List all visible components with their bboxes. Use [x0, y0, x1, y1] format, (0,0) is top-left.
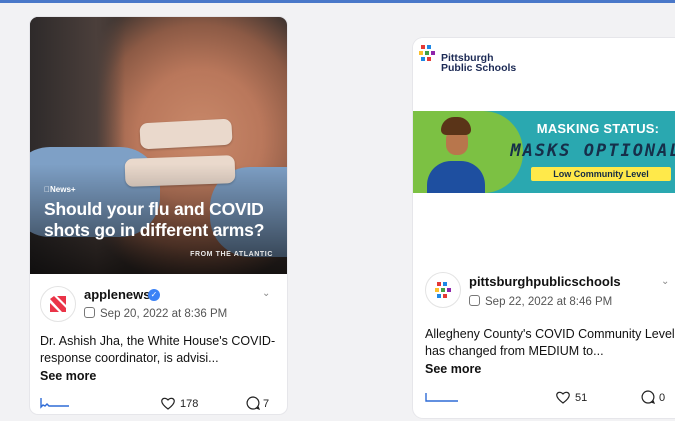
- post-image[interactable]: News+ Should your flu and COVID shots g…: [30, 17, 287, 274]
- post-date: Sep 20, 2022 at 8:36 PM: [84, 306, 227, 320]
- apple-news-logo-icon: [50, 296, 66, 312]
- account-name[interactable]: applenews: [84, 287, 150, 302]
- article-source: FROM THE ATLANTIC: [190, 251, 273, 258]
- verified-badge-icon: ✓: [148, 289, 160, 301]
- pps-logo-text: Pittsburgh Public Schools: [441, 53, 517, 74]
- avatar[interactable]: [425, 272, 461, 308]
- like-count: 178: [180, 398, 199, 410]
- comment-icon[interactable]: [246, 396, 260, 410]
- chevron-down-icon[interactable]: ⌄: [262, 288, 270, 299]
- post-text: Dr. Ashish Jha, the White House's COVID-…: [40, 334, 276, 365]
- illustration-body: [427, 161, 485, 193]
- logo-line-2: Public Schools: [441, 62, 517, 74]
- masking-status-banner: MASKING STATUS: MASKS OPTIONAL Low Commu…: [413, 111, 675, 193]
- apple-news-plus-badge: News+: [44, 185, 76, 194]
- heart-icon[interactable]: [556, 391, 570, 404]
- comment-count: 7: [263, 398, 270, 410]
- chevron-down-icon[interactable]: ⌄: [661, 276, 669, 287]
- illustration-hair: [441, 117, 471, 135]
- comment-icon[interactable]: [641, 390, 655, 404]
- instagram-icon: [469, 295, 480, 306]
- banner-title: MASKING STATUS:: [536, 121, 660, 136]
- account-name[interactable]: pittsburghpublicschools: [469, 274, 621, 289]
- post-date: Sep 22, 2022 at 8:46 PM: [469, 294, 612, 308]
- post-date-text: Sep 22, 2022 at 8:46 PM: [485, 296, 613, 308]
- pps-avatar-logo-icon: [435, 282, 451, 298]
- heart-icon[interactable]: [161, 397, 175, 410]
- post-text: Allegheny County's COVID Community Level…: [425, 327, 675, 358]
- pittsburgh-public-schools-logo: Pittsburgh Public Schools: [419, 44, 519, 76]
- post-card-pittsburgh[interactable]: Pittsburgh Public Schools MASKING STATUS…: [413, 38, 675, 418]
- see-more-link[interactable]: See more: [425, 362, 481, 376]
- analytics-icon[interactable]: [425, 392, 459, 404]
- like-count: 51: [575, 392, 588, 404]
- instagram-icon: [84, 307, 95, 318]
- top-accent-bar: [0, 0, 675, 3]
- post-card-applenews[interactable]: News+ Should your flu and COVID shots g…: [30, 17, 287, 414]
- article-headline: Should your flu and COVID shots go in di…: [44, 199, 265, 240]
- analytics-icon[interactable]: [40, 397, 70, 409]
- banner-status: MASKS OPTIONAL: [510, 141, 675, 161]
- comment-count: 0: [659, 392, 666, 404]
- banner-level: Low Community Level: [531, 167, 671, 181]
- see-more-link[interactable]: See more: [40, 369, 96, 383]
- avatar[interactable]: [40, 286, 76, 322]
- bandage-top: [139, 118, 233, 150]
- pps-logo-mark-icon: [419, 45, 435, 61]
- post-image[interactable]: Pittsburgh Public Schools MASKING STATUS…: [413, 38, 675, 264]
- post-date-text: Sep 20, 2022 at 8:36 PM: [100, 308, 228, 320]
